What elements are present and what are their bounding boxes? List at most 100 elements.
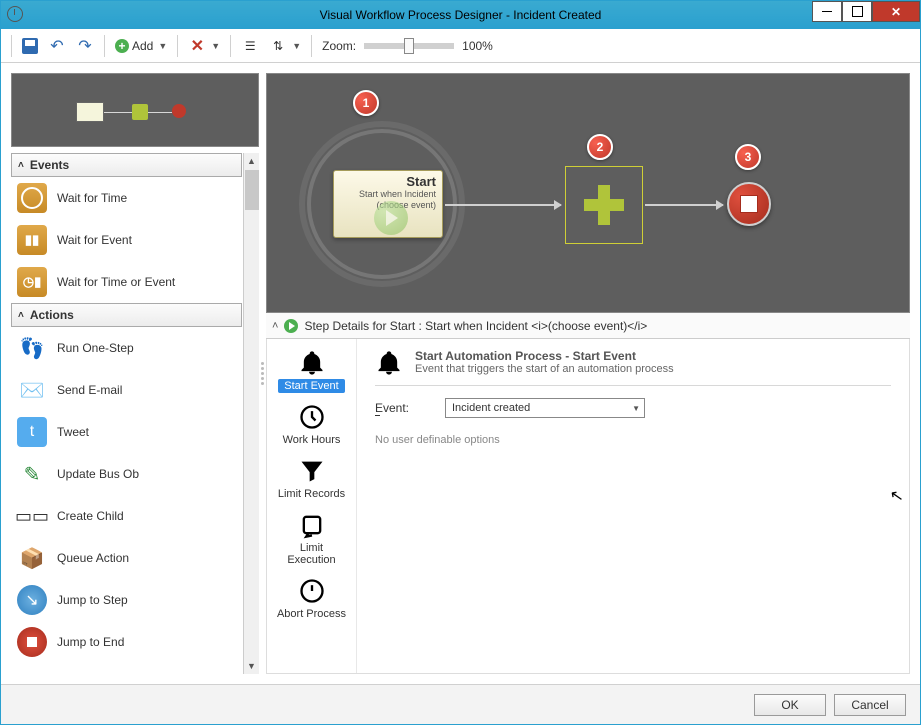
cancel-button[interactable]: Cancel [834, 694, 906, 716]
scroll-down-icon[interactable]: ▼ [244, 658, 259, 674]
align-icon: ⇅ [269, 37, 287, 55]
bell-icon [375, 349, 403, 377]
body: ˄ Events Wait for Time ▮▮ Wait for Event [1, 63, 920, 724]
action-run-one-step[interactable]: 👣 Run One-Step [11, 327, 242, 369]
details-header[interactable]: ˄ Step Details for Start : Start when In… [266, 313, 910, 339]
maximize-button[interactable] [842, 1, 872, 22]
action-queue-action[interactable]: 📦 Queue Action [11, 537, 242, 579]
details-content: Start Automation Process - Start Event E… [357, 339, 909, 673]
cycle-icon [298, 511, 326, 539]
tab-limit-execution[interactable]: Limit Execution [272, 507, 352, 571]
item-label: Queue Action [57, 551, 129, 565]
titlebar: Visual Workflow Process Designer - Incid… [1, 1, 920, 29]
tab-abort-process[interactable]: Abort Process [272, 573, 352, 625]
workflow-canvas[interactable]: 1 2 3 Start Start when Incident (choose … [266, 73, 910, 313]
scroll-up-icon[interactable]: ▲ [244, 153, 259, 169]
minimize-button[interactable] [812, 1, 842, 22]
minimap-plus-node [132, 104, 148, 120]
event-combobox[interactable]: Incident created ▼ [445, 398, 645, 418]
action-send-email[interactable]: ✉️ Send E-mail [11, 369, 242, 411]
action-tweet[interactable]: t Tweet [11, 411, 242, 453]
item-label: Create Child [57, 509, 124, 523]
connector-1 [445, 204, 561, 206]
chevron-down-icon: ▼ [158, 41, 167, 51]
actions-list: 👣 Run One-Step ✉️ Send E-mail t Tweet [11, 327, 242, 663]
details-note: No user definable options [375, 434, 891, 446]
tab-label: Limit Execution [274, 541, 350, 567]
event-wait-time-or-event[interactable]: ◷▮ Wait for Time or Event [11, 261, 242, 303]
stop-icon [17, 627, 47, 657]
splitter[interactable] [259, 73, 266, 674]
add-button[interactable]: + Add ▼ [111, 33, 171, 59]
twitter-icon: t [17, 417, 47, 447]
badge-3: 3 [735, 144, 761, 170]
tab-work-hours[interactable]: Work Hours [272, 399, 352, 451]
details-tabs: Start Event Work Hours Limit Records [267, 339, 357, 673]
event-wait-event[interactable]: ▮▮ Wait for Event [11, 219, 242, 261]
events-panel-header[interactable]: ˄ Events [11, 153, 242, 177]
item-label: Send E-mail [57, 383, 122, 397]
redo-button[interactable]: ↷ [72, 33, 98, 59]
play-icon [374, 201, 408, 235]
minimap-start-node [76, 102, 104, 122]
minimap[interactable] [11, 73, 259, 147]
item-label: Update Bus Ob [57, 467, 139, 481]
list-button[interactable]: ☰ [237, 33, 263, 59]
toolbar: ↶ ↷ + Add ▼ ✕▼ ☰ ⇅▼ Zoom: 100% [1, 29, 920, 63]
event-label: Event: [375, 401, 425, 415]
tab-label: Work Hours [281, 433, 343, 447]
chevron-down-icon: ▼ [292, 41, 301, 51]
zoom-label: Zoom: [322, 39, 356, 53]
undo-button[interactable]: ↶ [44, 33, 70, 59]
footsteps-icon: 👣 [17, 333, 47, 363]
ok-button[interactable]: OK [754, 694, 826, 716]
clock-pause-icon: ◷▮ [17, 267, 47, 297]
action-jump-to-end[interactable]: Jump to End [11, 621, 242, 663]
item-label: Wait for Time [57, 191, 127, 205]
item-label: Tweet [57, 425, 89, 439]
minimap-stop-node [172, 104, 186, 118]
palette: ˄ Events Wait for Time ▮▮ Wait for Event [11, 153, 243, 674]
action-create-child[interactable]: ▭▭ Create Child [11, 495, 242, 537]
start-node[interactable]: Start Start when Incident (choose event) [333, 170, 443, 238]
window-title: Visual Workflow Process Designer - Incid… [320, 8, 602, 22]
action-placeholder-node[interactable] [565, 166, 643, 244]
details-panel: Start Event Work Hours Limit Records [266, 339, 910, 674]
save-button[interactable] [18, 33, 42, 59]
badge-1: 1 [353, 90, 379, 116]
undo-icon: ↶ [48, 37, 66, 55]
tab-limit-records[interactable]: Limit Records [272, 453, 352, 505]
align-button[interactable]: ⇅▼ [265, 33, 305, 59]
clock-icon [7, 6, 23, 22]
event-wait-time[interactable]: Wait for Time [11, 177, 242, 219]
tab-label: Abort Process [275, 607, 348, 621]
details-title: Start Automation Process - Start Event [415, 349, 674, 363]
left-column: ˄ Events Wait for Time ▮▮ Wait for Event [11, 73, 259, 674]
tab-label: Start Event [278, 379, 344, 393]
scroll-thumb[interactable] [245, 170, 259, 210]
play-icon [284, 319, 298, 333]
add-label: Add [132, 39, 153, 53]
delete-button[interactable]: ✕▼ [184, 33, 224, 59]
tab-start-event[interactable]: Start Event [272, 345, 352, 397]
window: Visual Workflow Process Designer - Incid… [0, 0, 921, 725]
chevron-up-icon: ˄ [18, 160, 24, 171]
action-update-bus-ob[interactable]: ✎ Update Bus Ob [11, 453, 242, 495]
jump-icon: ↘ [17, 585, 47, 615]
clock-icon [17, 183, 47, 213]
tab-label: Limit Records [276, 487, 347, 501]
details-header-text: Step Details for Start : Start when Inci… [304, 319, 647, 333]
actions-header-label: Actions [30, 308, 74, 322]
action-jump-to-step[interactable]: ↘ Jump to Step [11, 579, 242, 621]
plus-icon: + [115, 39, 129, 53]
divider [375, 385, 891, 386]
item-label: Wait for Event [57, 233, 132, 247]
close-button[interactable] [872, 1, 920, 22]
zoom-thumb[interactable] [404, 38, 414, 54]
zoom-slider[interactable] [364, 43, 454, 49]
delete-icon: ✕ [188, 37, 206, 55]
actions-panel-header[interactable]: ˄ Actions [11, 303, 242, 327]
funnel-icon [298, 457, 326, 485]
end-node[interactable] [727, 182, 771, 226]
palette-scrollbar[interactable]: ▲ ▼ [243, 153, 259, 674]
